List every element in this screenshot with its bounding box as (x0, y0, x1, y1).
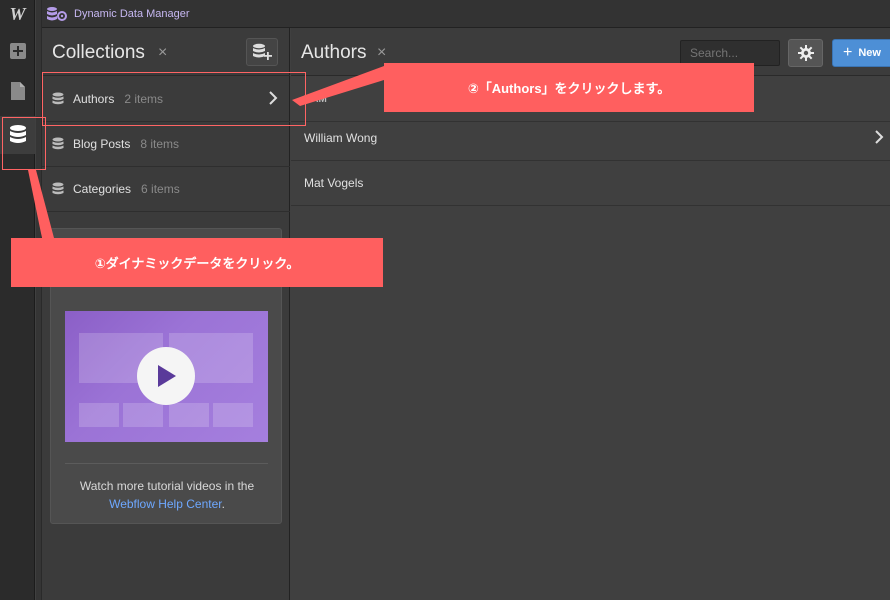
new-item-button[interactable]: + New (832, 39, 890, 67)
database-icon (52, 92, 64, 105)
authors-close-button[interactable]: × (377, 44, 386, 62)
author-name: William Wong (304, 131, 378, 145)
collection-name: Authors (73, 92, 115, 106)
database-gear-icon (47, 6, 67, 21)
settings-button[interactable] (788, 39, 823, 67)
page-icon (10, 82, 25, 100)
collection-count: 8 items (140, 137, 180, 151)
plus-icon: + (843, 44, 853, 61)
collection-name: Categories (73, 182, 132, 196)
play-icon (158, 365, 176, 387)
annotation-step-1: ①ダイナミックデータをクリック。 (11, 238, 383, 287)
collection-count: 6 items (141, 182, 180, 196)
collections-header: Collections × (42, 28, 290, 76)
database-icon (52, 137, 64, 150)
tutorial-video-thumbnail[interactable] (65, 311, 268, 442)
app-window: W Dynamic Data Manager Collections × Aut… (0, 0, 890, 600)
collection-item-categories[interactable]: Categories 6 items (42, 167, 290, 212)
gear-icon (797, 45, 814, 61)
tutorial-text: Watch more tutorial videos in the Webflo… (51, 477, 283, 513)
table-row[interactable]: Mat Vogels (291, 161, 890, 206)
collection-item-blog-posts[interactable]: Blog Posts 8 items (42, 122, 290, 167)
table-row[interactable]: William Wong (291, 116, 890, 161)
collection-count: 2 items (124, 92, 164, 106)
annotation-step-2: ②「Authors」をクリックします。 (384, 63, 754, 112)
database-icon (9, 125, 26, 143)
help-center-link[interactable]: Webflow Help Center (109, 497, 222, 511)
authors-panel: Authors × + New NAM William Wong Mat Vog… (291, 28, 890, 600)
column-header-name: NAM (304, 93, 327, 105)
plus-square-icon (9, 43, 26, 59)
add-collection-button[interactable] (246, 38, 278, 66)
database-icon (52, 182, 64, 195)
dynamic-data-button[interactable] (0, 116, 35, 154)
play-button[interactable] (137, 347, 195, 405)
collections-close-button[interactable]: × (158, 44, 167, 62)
chevron-right-icon (269, 91, 278, 105)
tutorial-divider (65, 463, 268, 464)
tutorial-suffix: . (221, 497, 225, 511)
webflow-logo: W (9, 3, 26, 24)
chevron-right-icon (875, 130, 884, 144)
authors-title: Authors (301, 42, 367, 63)
pages-button[interactable] (0, 72, 35, 110)
collections-panel: Collections × Authors 2 items Blog Posts… (42, 28, 290, 600)
top-bar: Dynamic Data Manager (42, 0, 890, 28)
collection-name: Blog Posts (73, 137, 131, 151)
author-name: Mat Vogels (304, 176, 364, 190)
app-title: Dynamic Data Manager (74, 7, 190, 20)
collections-title: Collections (52, 42, 145, 63)
left-toolbar: W (0, 0, 35, 600)
collection-item-authors[interactable]: Authors 2 items (42, 77, 290, 122)
tutorial-description: Watch more tutorial videos in the (79, 479, 255, 493)
add-element-button[interactable] (0, 32, 35, 70)
new-button-label: New (858, 47, 881, 59)
database-plus-icon (253, 43, 272, 60)
